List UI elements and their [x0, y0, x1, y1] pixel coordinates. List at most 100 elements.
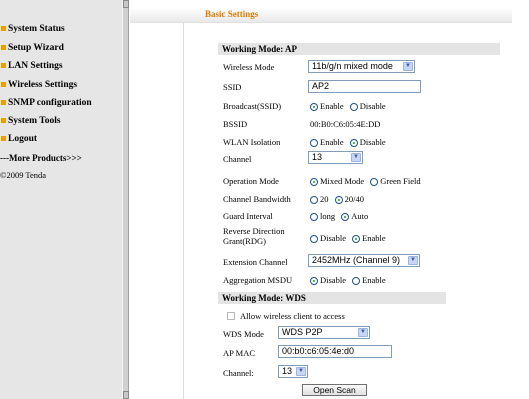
wireless-mode-select[interactable]: 11b/g/n mixed mode ▼	[308, 60, 415, 73]
ap-mac-value: 00:b0:c6:05:4e:d0	[282, 346, 355, 356]
extension-channel-label: Extension Channel	[223, 257, 288, 267]
msdu-disable-option[interactable]: Disable	[310, 275, 346, 286]
radio-selected-icon	[352, 235, 361, 244]
scroll-down-icon[interactable]	[123, 391, 129, 399]
sidebar-nav: System Status Setup Wizard LAN Settings …	[0, 0, 122, 399]
aggregation-msdu-radio-group: Disable Enable	[310, 275, 390, 286]
page-title: Basic Settings	[205, 9, 259, 19]
bullet-icon	[1, 135, 6, 141]
radio-icon	[310, 139, 318, 148]
bullet-icon	[1, 25, 6, 31]
isolation-disable-option[interactable]: Disable	[349, 137, 386, 148]
copyright-text: ©2009 Tenda	[0, 170, 47, 180]
allow-client-checkbox[interactable]	[227, 312, 235, 320]
scroll-up-icon[interactable]	[123, 0, 129, 8]
bssid-value: 00:B0:C6:05:4E:DD	[310, 119, 381, 129]
wireless-mode-label: Wireless Mode	[223, 62, 275, 72]
aggregation-msdu-label: Aggregation MSDU	[223, 275, 293, 285]
chevron-down-icon: ▼	[351, 153, 361, 162]
wds-mode-value: WDS P2P	[282, 327, 323, 337]
allow-client-label: Allow wireless client to access	[240, 311, 345, 321]
guard-auto-option[interactable]: Auto	[341, 211, 369, 222]
green-field-option[interactable]: Green Field	[370, 176, 421, 187]
operation-mode-label: Operation Mode	[223, 176, 279, 186]
wlan-isolation-radio-group: Enable Disable	[310, 137, 390, 148]
rdg-disable-option[interactable]: Disable	[310, 233, 346, 244]
nav-label: System Tools	[8, 116, 61, 126]
nav-logout[interactable]: Logout	[0, 132, 37, 146]
rdg-radio-group: Disable Enable	[310, 233, 390, 244]
bssid-label: BSSID	[223, 119, 248, 129]
wds-mode-label: WDS Mode	[223, 329, 264, 339]
bullet-icon	[1, 44, 6, 50]
ssid-label: SSID	[223, 82, 242, 92]
msdu-enable-option[interactable]: Enable	[352, 275, 386, 286]
sidebar-scrollbar[interactable]	[122, 0, 129, 399]
radio-icon	[310, 235, 318, 244]
wds-channel-select[interactable]: 13 ▼	[278, 365, 308, 378]
rdg-label-line2: Grant(RDG)	[223, 236, 266, 246]
broadcast-radio-group: Enable Disable	[310, 101, 390, 112]
option-label: Auto	[351, 211, 369, 221]
wds-channel-label: Channel:	[223, 368, 254, 378]
broadcast-disable-option[interactable]: Disable	[349, 101, 386, 112]
broadcast-enable-option[interactable]: Enable	[310, 101, 344, 112]
chevron-down-icon: ▼	[408, 256, 418, 265]
bullet-icon	[1, 99, 6, 105]
ap-mac-input[interactable]: 00:b0:c6:05:4e:d0	[278, 345, 392, 358]
channel-select[interactable]: 13 ▼	[308, 151, 363, 164]
chevron-down-icon: ▼	[403, 62, 413, 71]
option-label: Enable	[320, 137, 344, 147]
option-label: long	[320, 211, 336, 221]
wds-mode-select[interactable]: WDS P2P ▼	[278, 326, 370, 339]
wlan-isolation-label: WLAN Isolation	[223, 137, 281, 147]
rdg-label-line1: Reverse Direction	[223, 226, 285, 236]
mixed-mode-option[interactable]: Mixed Mode	[310, 176, 365, 187]
divider	[183, 23, 184, 399]
broadcast-label: Broadcast(SSID)	[223, 101, 282, 111]
extension-channel-value: 2452MHz (Channel 9)	[312, 255, 401, 265]
guard-long-option[interactable]: long	[310, 211, 336, 222]
rdg-label: Reverse Direction Grant(RDG)	[223, 226, 285, 246]
extension-channel-select[interactable]: 2452MHz (Channel 9) ▼	[308, 254, 420, 267]
radio-selected-icon	[310, 277, 318, 286]
nav-lan-settings[interactable]: LAN Settings	[0, 59, 63, 73]
ssid-input[interactable]: AP2	[308, 80, 421, 93]
option-label: Disable	[359, 101, 386, 111]
option-label: Enable	[320, 101, 344, 111]
bullet-icon	[1, 117, 6, 123]
nav-system-tools[interactable]: System Tools	[0, 114, 61, 128]
nav-snmp-configuration[interactable]: SNMP configuration	[0, 96, 92, 110]
isolation-enable-option[interactable]: Enable	[310, 137, 344, 148]
wireless-mode-value: 11b/g/n mixed mode	[312, 61, 393, 71]
rdg-enable-option[interactable]: Enable	[352, 233, 386, 244]
nav-system-status[interactable]: System Status	[0, 22, 65, 36]
open-scan-button[interactable]: Open Scan	[302, 384, 367, 396]
option-label: Disable	[359, 137, 386, 147]
nav-setup-wizard[interactable]: Setup Wizard	[0, 41, 64, 55]
option-label: Green Field	[380, 176, 421, 186]
chevron-down-icon: ▼	[358, 328, 368, 337]
radio-icon	[349, 103, 358, 112]
nav-label: SNMP configuration	[8, 98, 92, 108]
radio-selected-icon	[310, 178, 318, 187]
ap-section-header: Working Mode: AP	[218, 43, 500, 55]
channel-label: Channel	[223, 154, 252, 164]
bandwidth-20-option[interactable]: 20	[310, 194, 329, 205]
bullet-icon	[1, 62, 6, 68]
nav-label: Setup Wizard	[8, 43, 64, 53]
option-label: Enable	[362, 275, 386, 285]
main-panel: Basic Settings Working Mode: AP Wireless…	[130, 0, 529, 399]
option-label: Mixed Mode	[320, 176, 365, 186]
nav-wireless-settings[interactable]: Wireless Settings	[0, 78, 77, 92]
more-products-link[interactable]: ---More Products>>>	[0, 152, 82, 164]
header-bar: Basic Settings	[130, 8, 512, 23]
option-label: 20/40	[344, 194, 364, 204]
bandwidth-20-40-option[interactable]: 20/40	[334, 194, 364, 205]
bullet-icon	[1, 81, 6, 87]
radio-selected-icon	[349, 139, 358, 148]
radio-icon	[370, 178, 379, 187]
guard-interval-label: Guard Interval	[223, 211, 273, 221]
nav-label: Wireless Settings	[8, 80, 78, 90]
operation-mode-radio-group: Mixed Mode Green Field	[310, 176, 425, 187]
